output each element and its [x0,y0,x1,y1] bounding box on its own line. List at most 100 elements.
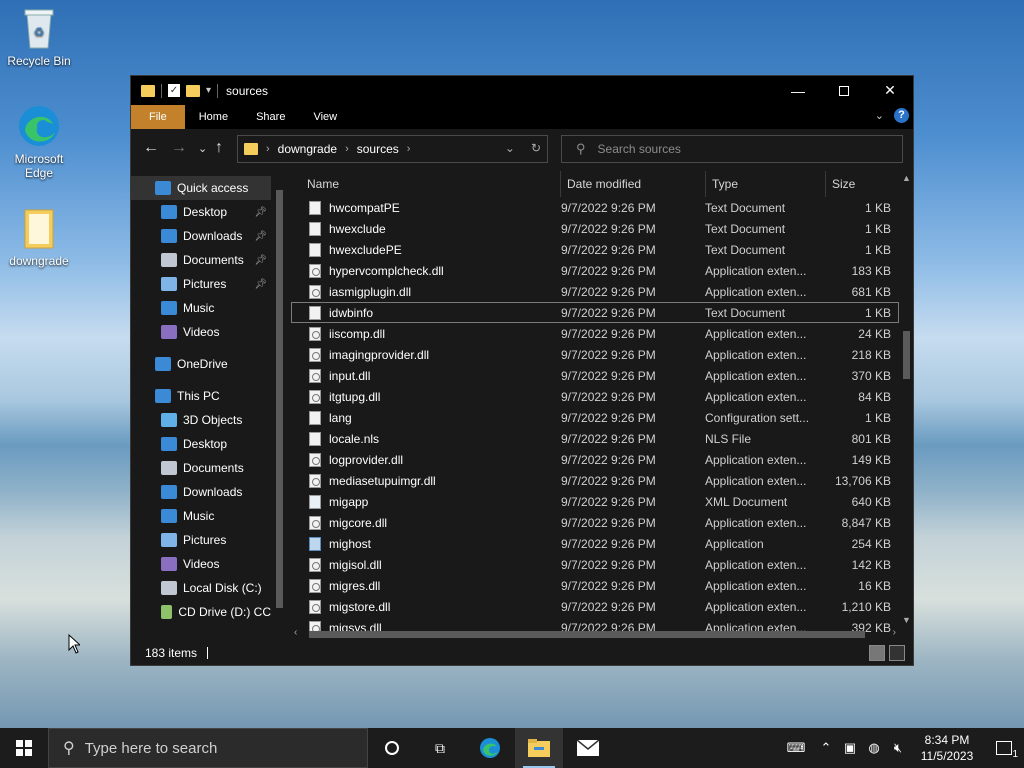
forward-arrow-icon[interactable]: → [171,139,187,157]
nav-item-local-disk-c[interactable]: Local Disk (C:) [131,576,271,600]
breadcrumb-chevron-icon[interactable]: › [266,143,270,155]
nav-item-pictures[interactable]: Pictures 📌︎ [131,272,271,296]
file-row[interactable]: lang 9/7/2022 9:26 PM Configuration sett..… [291,407,899,428]
scroll-down-icon[interactable]: ▼ [902,615,911,625]
file-row[interactable]: idwbinfo 9/7/2022 9:26 PM Text Document 1 K… [291,302,899,323]
file-row[interactable]: migisol.dll 9/7/2022 9:26 PM Application e… [291,554,899,575]
file-row[interactable]: iiscomp.dll 9/7/2022 9:26 PM Application e… [291,323,899,344]
help-icon[interactable]: ? [894,108,909,123]
column-header-name[interactable]: Name [291,171,561,197]
scrollbar-thumb[interactable] [903,331,910,379]
breadcrumb-chevron-icon[interactable]: › [407,143,411,155]
nav-item-documents[interactable]: Documents [131,456,271,480]
action-center-button[interactable]: 1 [984,728,1024,768]
maximize-button[interactable] [821,76,867,105]
nav-item-pictures[interactable]: Pictures [131,528,271,552]
large-icons-view-icon[interactable] [889,645,905,661]
clock[interactable]: 8:34 PM 11/5/2023 [910,732,984,764]
column-header-type[interactable]: Type [706,171,826,197]
scroll-up-icon[interactable]: ▲ [902,173,911,183]
new-folder-icon[interactable] [186,84,200,97]
tab-home[interactable]: Home [185,105,242,129]
file-row[interactable]: migcore.dll 9/7/2022 9:26 PM Application e… [291,512,899,533]
nav-item-3d-objects[interactable]: 3D Objects [131,408,271,432]
refresh-icon[interactable]: ↻ [531,141,541,155]
task-view-button[interactable]: ⧉ [416,728,464,768]
file-row[interactable]: locale.nls 9/7/2022 9:26 PM NLS File 801 KB [291,428,899,449]
file-row[interactable]: imagingprovider.dll 9/7/2022 9:26 PM Appli… [291,344,899,365]
nav-item-quick-access[interactable]: Quick access [131,176,271,200]
taskbar-file-explorer-button[interactable] [515,728,563,768]
file-row[interactable]: hwexcludePE 9/7/2022 9:26 PM Text Document… [291,239,899,260]
touch-keyboard-icon[interactable]: ⌨ [778,728,814,768]
nav-item-downloads[interactable]: Downloads [131,480,271,504]
nav-item-desktop[interactable]: Desktop 📌︎ [131,200,271,224]
file-row[interactable]: migres.dll 9/7/2022 9:26 PM Application ex… [291,575,899,596]
nav-item-videos[interactable]: Videos [131,552,271,576]
breadcrumb-chevron-icon[interactable]: › [345,143,349,155]
scroll-left-icon[interactable]: ‹ [294,627,297,638]
taskbar-search-box[interactable]: ⚲ Type here to search [48,728,368,768]
nav-item-music[interactable]: Music [131,504,271,528]
nav-item-documents[interactable]: Documents 📌︎ [131,248,271,272]
minimize-button[interactable]: — [775,76,821,105]
properties-icon[interactable]: ✓ [168,84,180,97]
recent-locations-chevron-icon[interactable]: ⌄ [198,142,207,155]
address-bar[interactable]: › downgrade › sources › ⌄ ↻ [237,135,548,163]
file-list-vertical-scrollbar[interactable]: ▲ ▼ [899,171,913,627]
scrollbar-thumb[interactable] [276,190,283,608]
nav-item-label: OneDrive [177,357,228,371]
nav-item-this-pc[interactable]: This PC [131,384,271,408]
column-header-date-modified[interactable]: Date modified [561,171,706,197]
desktop-icon-edge[interactable]: Microsoft Edge [4,104,74,180]
navigation-pane-scrollbar[interactable] [271,176,287,642]
file-row[interactable]: migstore.dll 9/7/2022 9:26 PM Application … [291,596,899,617]
file-row[interactable]: itgtupg.dll 9/7/2022 9:26 PM Application e… [291,386,899,407]
back-arrow-icon[interactable]: ← [143,139,159,157]
file-explorer-icon [528,739,550,757]
customize-quick-access-icon[interactable]: ▾ [206,85,211,96]
title-bar[interactable]: ✓ ▾ sources — ✕ [131,76,913,105]
file-row[interactable]: logprovider.dll 9/7/2022 9:26 PM Applicati… [291,449,899,470]
up-arrow-icon[interactable]: ↑ [215,139,223,157]
file-row[interactable]: hypervcomplcheck.dll 9/7/2022 9:26 PM Appl… [291,260,899,281]
cortana-button[interactable] [368,728,416,768]
show-hidden-icons-chevron-icon[interactable]: ⌃ [814,728,838,768]
start-button[interactable] [0,728,48,768]
breadcrumb-sources[interactable]: sources [357,142,399,156]
file-row[interactable]: mediasetupuimgr.dll 9/7/2022 9:26 PM Appli… [291,470,899,491]
file-row[interactable]: migapp 9/7/2022 9:26 PM XML Document 640 KB [291,491,899,512]
taskbar-mail-button[interactable] [564,728,612,768]
file-row[interactable]: input.dll 9/7/2022 9:26 PM Application ext… [291,365,899,386]
file-list-horizontal-scrollbar[interactable]: ‹ › [291,627,899,641]
nav-item-onedrive[interactable]: OneDrive [131,352,271,376]
tab-view[interactable]: View [299,105,351,129]
file-row[interactable]: hwexclude 9/7/2022 9:26 PM Text Document 1 … [291,218,899,239]
file-type: Application exten... [705,578,807,593]
meet-now-icon[interactable]: ▣ [838,728,862,768]
volume-muted-icon[interactable]: 🔇︎ [886,728,910,768]
nav-item-downloads[interactable]: Downloads 📌︎ [131,224,271,248]
close-button[interactable]: ✕ [867,76,913,105]
nav-item-videos[interactable]: Videos [131,320,271,344]
column-header-size[interactable]: Size [826,171,899,197]
file-row[interactable]: mighost 9/7/2022 9:26 PM Application 254 KB [291,533,899,554]
file-row[interactable]: iasmigplugin.dll 9/7/2022 9:26 PM Applicat… [291,281,899,302]
desktop-icon-recycle-bin[interactable]: ♻ Recycle Bin [4,6,74,68]
file-row[interactable]: hwcompatPE 9/7/2022 9:26 PM Text Document 1… [291,197,899,218]
details-view-icon[interactable] [869,645,885,661]
desktop-icon-downgrade-folder[interactable]: downgrade [4,206,74,268]
network-globe-icon[interactable]: ◍ [862,728,886,768]
taskbar-edge-button[interactable] [466,728,514,768]
nav-item-desktop[interactable]: Desktop [131,432,271,456]
nav-item-cd-drive-d-cc[interactable]: CD Drive (D:) CC [131,600,271,624]
scrollbar-thumb[interactable] [309,631,865,638]
tab-file[interactable]: File [131,105,185,129]
tab-share[interactable]: Share [242,105,299,129]
scroll-right-icon[interactable]: › [893,627,896,638]
breadcrumb-downgrade[interactable]: downgrade [278,142,337,156]
search-box[interactable]: ⚲ Search sources [561,135,903,163]
address-history-chevron-icon[interactable]: ⌄ [505,141,515,155]
nav-item-music[interactable]: Music [131,296,271,320]
expand-ribbon-chevron-icon[interactable]: ⌄ [875,109,884,122]
